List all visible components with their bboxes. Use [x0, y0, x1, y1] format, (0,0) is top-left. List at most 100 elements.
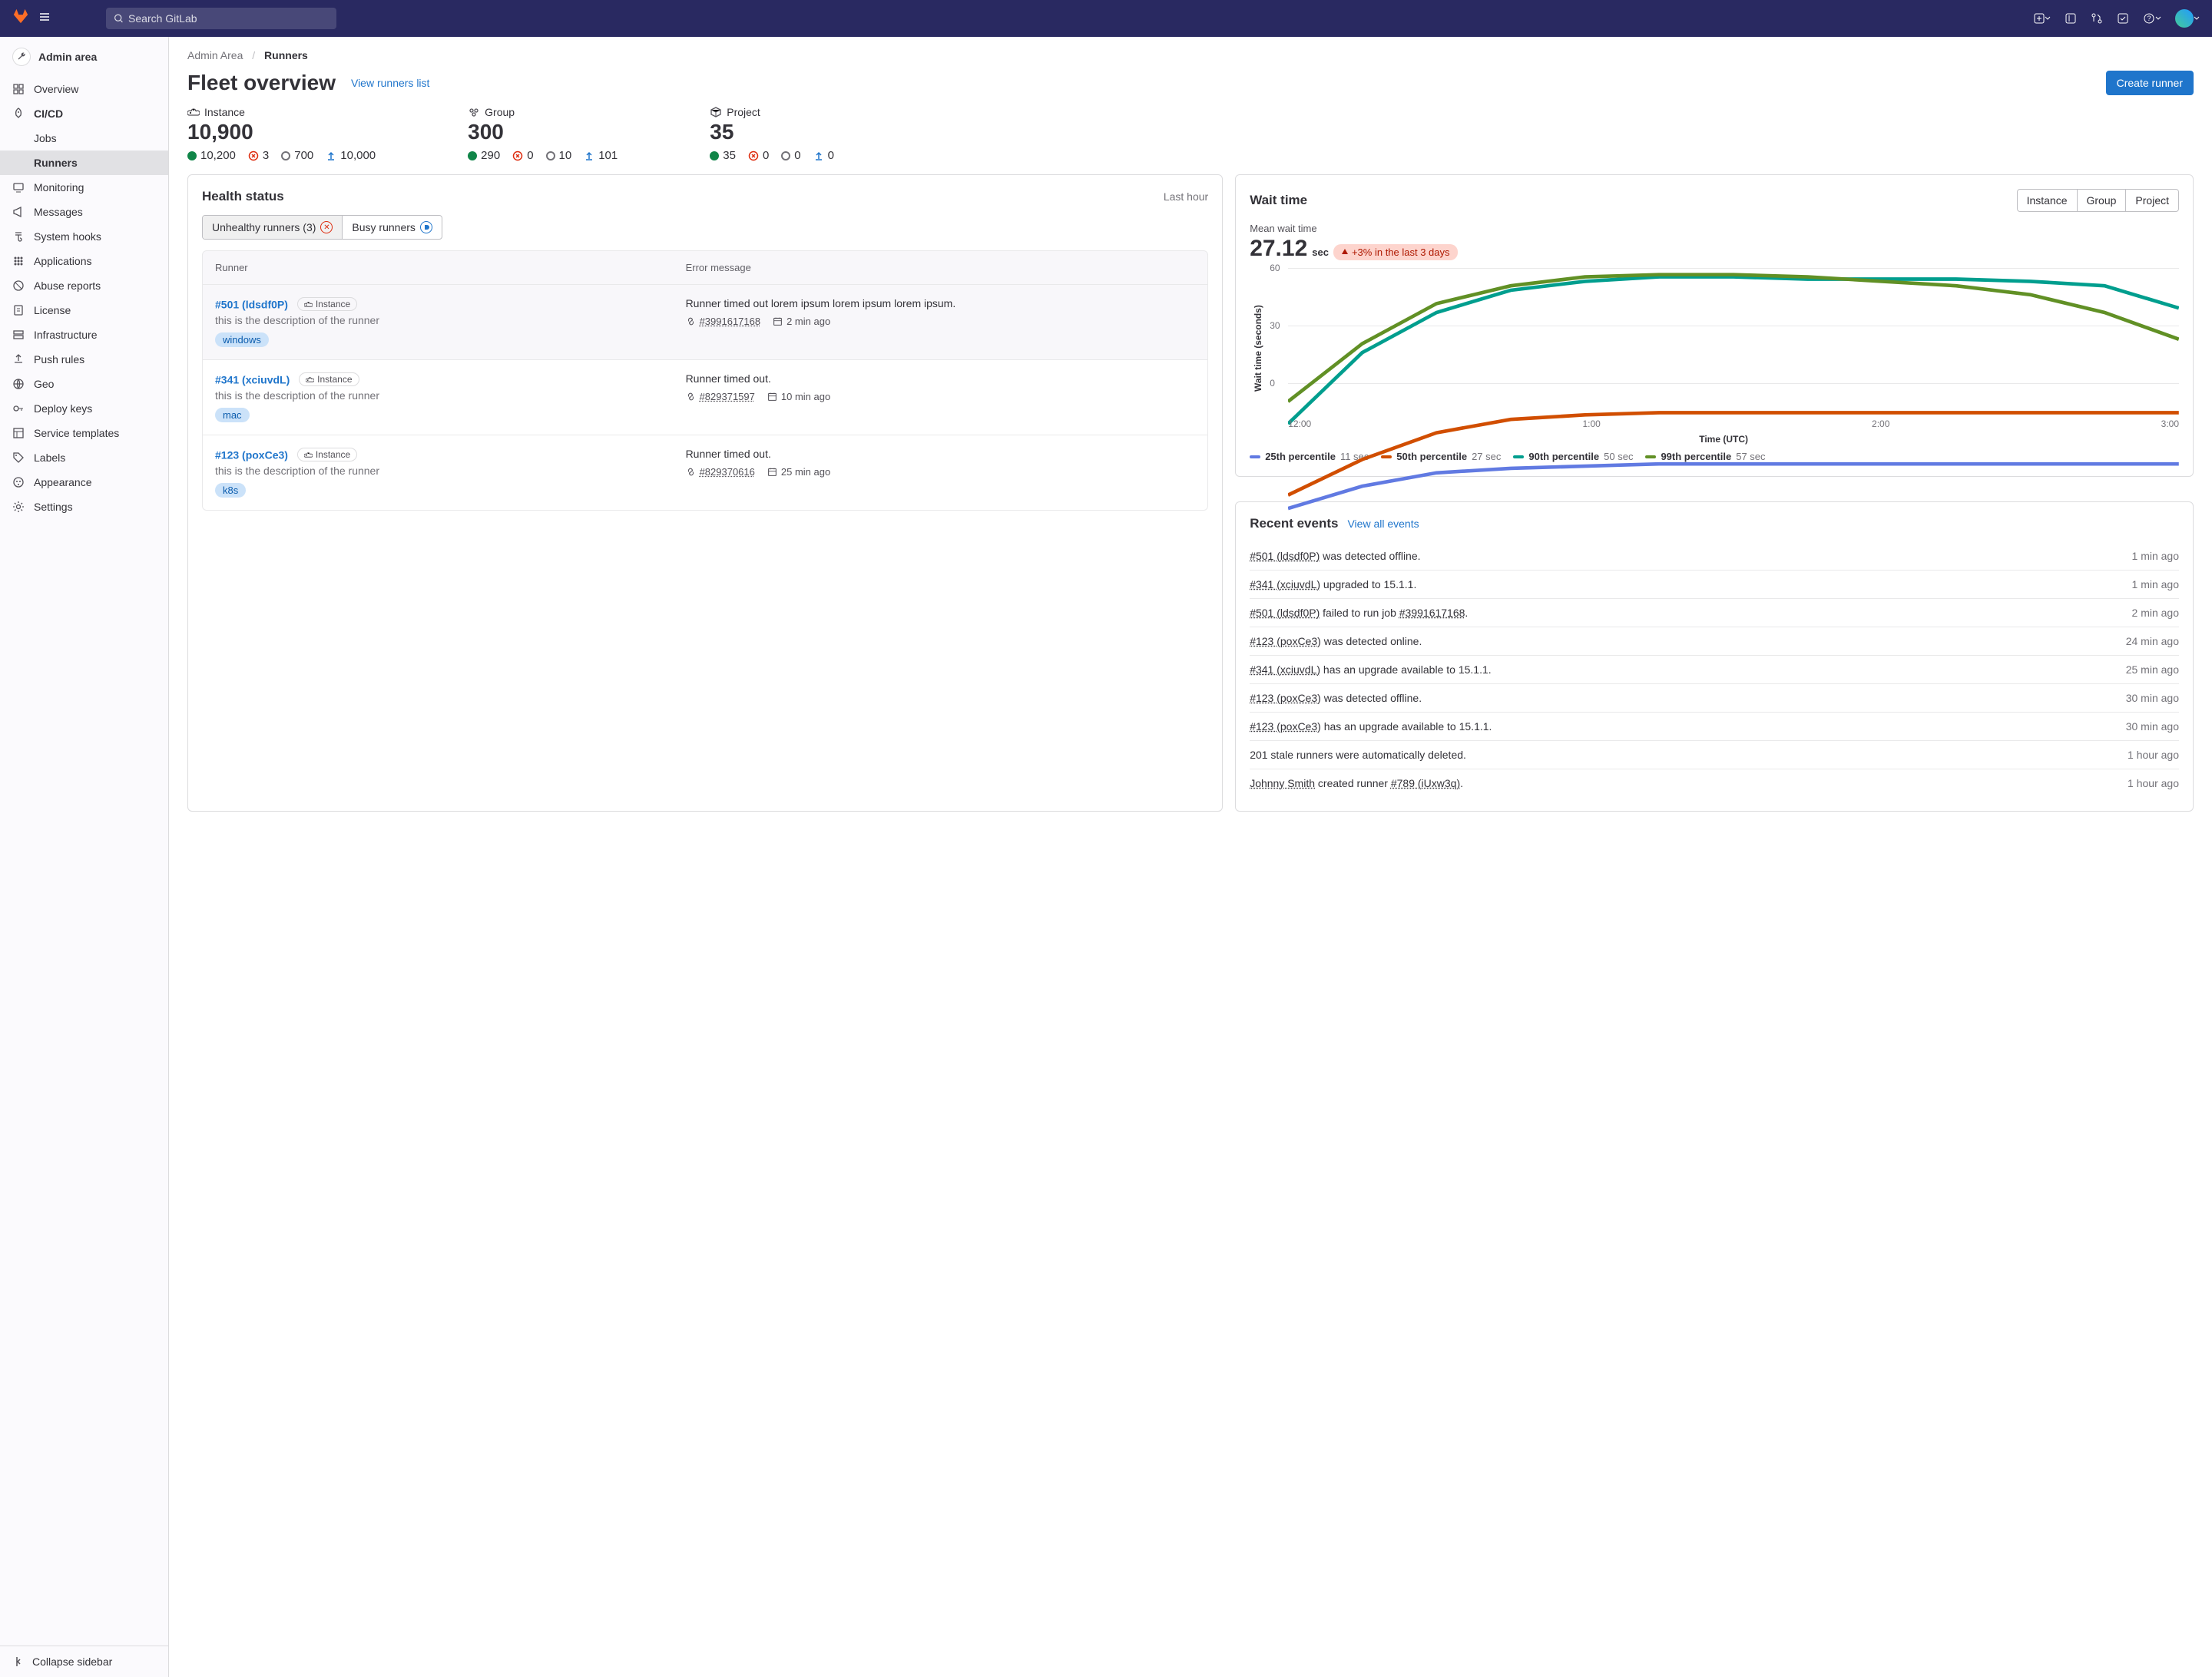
event-link[interactable]: #789 (iUxw3q)	[1391, 777, 1460, 789]
event-link[interactable]: #123 (poxCe3)	[1250, 692, 1321, 704]
sidebar-item-infrastructure[interactable]: Infrastructure	[0, 322, 168, 347]
event-row: #341 (xciuvdL) upgraded to 15.1.1.1 min …	[1250, 571, 2179, 599]
merge-requests-icon[interactable]	[2091, 12, 2103, 25]
runner-tag: windows	[215, 332, 269, 347]
x-tick: 2:00	[1872, 418, 1889, 429]
health-range: Last hour	[1164, 190, 1208, 203]
calendar-icon	[767, 392, 777, 402]
todos-icon[interactable]	[2117, 12, 2129, 25]
group-paused: 10	[546, 149, 572, 162]
sidebar-item-deploy-keys[interactable]: Deploy keys	[0, 396, 168, 421]
overview-icon	[12, 83, 25, 95]
event-row: #341 (xciuvdL) has an upgrade available …	[1250, 656, 2179, 684]
push-icon	[12, 353, 25, 366]
event-link[interactable]: #501 (ldsdf0P)	[1250, 607, 1320, 619]
project-icon	[710, 106, 722, 118]
monitor-icon	[12, 181, 25, 194]
instance-paused: 700	[281, 149, 313, 162]
event-time: 1 min ago	[2132, 578, 2179, 590]
wrench-icon	[12, 48, 31, 66]
sidebar-item-labels[interactable]: Labels	[0, 445, 168, 470]
apps-icon	[12, 255, 25, 267]
sidebar-item-overview[interactable]: Overview	[0, 77, 168, 101]
scope-instance[interactable]: Instance	[2018, 190, 2078, 211]
error-icon: ✕	[320, 221, 333, 233]
health-status-panel: Health status Last hour Unhealthy runner…	[187, 174, 1223, 812]
event-time: 25 min ago	[2126, 663, 2179, 676]
search-input-wrap[interactable]	[106, 8, 336, 29]
event-link[interactable]: #341 (xciuvdL)	[1250, 578, 1320, 590]
help-icon[interactable]: ?	[2143, 12, 2161, 25]
sidebar-item-service-templates[interactable]: Service templates	[0, 421, 168, 445]
wait-delta-badge: +3% in the last 3 days	[1333, 244, 1458, 260]
key-icon	[12, 402, 25, 415]
settings-icon	[12, 501, 25, 513]
search-icon	[114, 13, 124, 24]
y-tick: 30	[1270, 320, 1280, 331]
runner-time: 25 min ago	[781, 466, 830, 478]
event-link[interactable]: Johnny Smith	[1250, 777, 1315, 789]
busy-tab[interactable]: Busy runners	[343, 216, 441, 239]
sidebar-item-push-rules[interactable]: Push rules	[0, 347, 168, 372]
col-error: Error message	[686, 262, 1196, 273]
runner-link[interactable]: #123 (poxCe3)	[215, 449, 288, 461]
sidebar-item-system-hooks[interactable]: System hooks	[0, 224, 168, 249]
scope-project[interactable]: Project	[2126, 190, 2178, 211]
runner-link[interactable]: #501 (ldsdf0P)	[215, 299, 288, 311]
breadcrumb-root[interactable]: Admin Area	[187, 49, 243, 61]
unhealthy-tab[interactable]: Unhealthy runners (3) ✕	[203, 216, 343, 239]
view-runners-link[interactable]: View runners list	[351, 77, 429, 89]
series-line	[1288, 275, 2179, 402]
collapse-sidebar[interactable]: Collapse sidebar	[0, 1646, 168, 1677]
sidebar-item-runners[interactable]: Runners	[0, 150, 168, 175]
job-link[interactable]: #829370616	[700, 466, 755, 478]
sidebar-item-appearance[interactable]: Appearance	[0, 470, 168, 495]
wait-time-panel: Wait time Instance Group Project Mean wa…	[1235, 174, 2194, 477]
col-runner: Runner	[215, 262, 686, 273]
instance-error: 3	[248, 149, 269, 162]
calendar-icon	[773, 316, 783, 326]
mean-wait-value: 27.12	[1250, 236, 1307, 262]
sidebar-item-abuse-reports[interactable]: Abuse reports	[0, 273, 168, 298]
y-tick: 0	[1270, 378, 1275, 389]
event-time: 30 min ago	[2126, 720, 2179, 733]
gitlab-logo[interactable]	[12, 8, 29, 29]
sidebar-item-jobs[interactable]: Jobs	[0, 126, 168, 150]
runner-link[interactable]: #341 (xciuvdL)	[215, 374, 290, 386]
job-link[interactable]: #829371597	[700, 391, 755, 402]
create-runner-button[interactable]: Create runner	[2106, 71, 2194, 95]
appearance-icon	[12, 476, 25, 488]
instance-total: 10,900	[187, 120, 376, 144]
sidebar-item-messages[interactable]: Messages	[0, 200, 168, 224]
sidebar-item-applications[interactable]: Applications	[0, 249, 168, 273]
overview-project: Project 35 35 0 0 0	[710, 106, 834, 162]
infra-icon	[12, 329, 25, 341]
create-dropdown-icon[interactable]	[2034, 13, 2051, 24]
event-link[interactable]: #123 (poxCe3)	[1250, 720, 1321, 733]
sidebar-item-license[interactable]: License	[0, 298, 168, 322]
rocket-icon	[12, 108, 25, 120]
top-nav: ?	[0, 0, 2212, 37]
runner-desc: this is the description of the runner	[215, 465, 686, 477]
sidebar-header[interactable]: Admin area	[0, 37, 168, 77]
event-link[interactable]: #3991617168	[1399, 607, 1465, 619]
event-link[interactable]: #123 (poxCe3)	[1250, 635, 1321, 647]
runner-time: 2 min ago	[786, 316, 830, 327]
search-input[interactable]	[128, 12, 329, 25]
issues-icon[interactable]	[2065, 12, 2077, 25]
project-total: 35	[710, 120, 834, 144]
link-icon	[686, 467, 696, 477]
sidebar-item-geo[interactable]: Geo	[0, 372, 168, 396]
hamburger-icon[interactable]	[38, 11, 51, 27]
project-online: 35	[710, 149, 736, 162]
event-link[interactable]: #341 (xciuvdL)	[1250, 663, 1320, 676]
wait-title: Wait time	[1250, 193, 1307, 208]
job-link[interactable]: #3991617168	[700, 316, 761, 327]
main-content: Admin Area / Runners Fleet overview View…	[169, 37, 2212, 1677]
sidebar-item-ci/cd[interactable]: CI/CD	[0, 101, 168, 126]
sidebar-item-monitoring[interactable]: Monitoring	[0, 175, 168, 200]
scope-group[interactable]: Group	[2078, 190, 2127, 211]
sidebar-item-settings[interactable]: Settings	[0, 495, 168, 519]
template-icon	[12, 427, 25, 439]
user-avatar[interactable]	[2175, 9, 2200, 28]
